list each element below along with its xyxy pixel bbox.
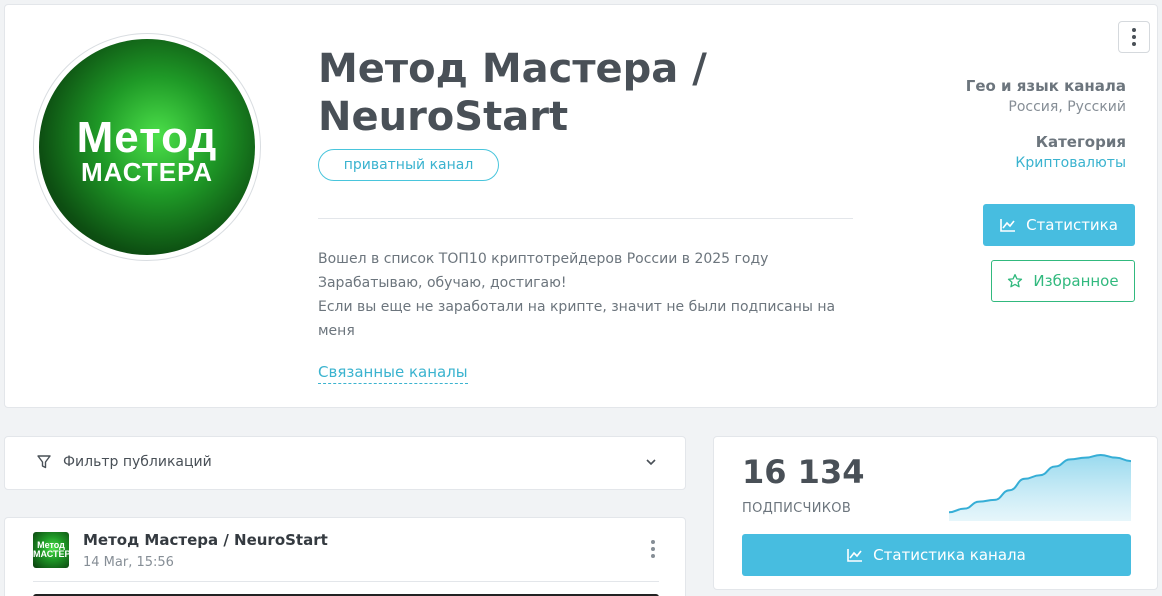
avatar-logo-text-line2: МАСТЕРА (81, 157, 213, 187)
description-line: Зарабатываю, обучаю, достигаю! (318, 275, 567, 291)
avatar-logo-text-line1: Метод (76, 113, 218, 162)
channel-menu-button[interactable] (1118, 21, 1150, 53)
post-author-avatar[interactable]: Метод МАСТЕРА (33, 532, 69, 568)
chevron-down-icon[interactable] (645, 457, 657, 467)
line-chart-icon (847, 549, 863, 562)
subscribers-label: ПОДПИСЧИКОВ (742, 501, 852, 516)
post-menu-button[interactable] (651, 540, 655, 558)
post-date: 14 Mar, 15:56 (83, 555, 174, 570)
divider (318, 218, 853, 219)
channel-description: Вошел в список ТОП10 криптотрейдеров Рос… (318, 247, 848, 343)
post-avatar-logo-text: Метод МАСТЕРА (33, 540, 69, 559)
favorite-button-label: Избранное (1033, 272, 1119, 290)
related-channels-link[interactable]: Связанные каналы (318, 363, 468, 384)
channel-title: Метод Мастера / NeuroStart (318, 46, 707, 140)
sparkline-area (949, 455, 1131, 521)
channel-avatar: Метод МАСТЕРА (33, 33, 261, 261)
subscribers-count: 16 134 (742, 453, 865, 491)
filter-label: Фильтр публикаций (63, 454, 212, 470)
description-line: Если вы еще не заработали на крипте, зна… (318, 299, 836, 339)
private-channel-badge: приватный канал (318, 149, 499, 181)
category-label: Категория (1035, 133, 1126, 151)
post-author-name[interactable]: Метод Мастера / NeuroStart (83, 531, 328, 549)
kebab-vertical-icon (651, 540, 655, 558)
favorite-button[interactable]: Избранное (991, 260, 1135, 302)
geo-language-label: Гео и язык канала (965, 77, 1126, 95)
channel-profile-card: Метод МАСТЕРА Метод Мастера / NeuroStart… (4, 4, 1158, 408)
statistics-button-label: Статистика (1026, 216, 1118, 234)
subscribers-card: 16 134 ПОДПИСЧИКОВ Статистика канала (713, 436, 1158, 590)
funnel-icon (37, 455, 51, 469)
kebab-vertical-icon (1132, 28, 1136, 46)
star-icon (1008, 274, 1023, 288)
channel-statistics-button-label: Статистика канала (873, 546, 1026, 564)
geo-language-value: Россия, Русский (1008, 99, 1126, 115)
post-card: Метод МАСТЕРА Метод Мастера / NeuroStart… (4, 517, 686, 596)
line-chart-icon (1000, 219, 1016, 232)
subscribers-sparkline (949, 453, 1131, 521)
avatar-image: Метод МАСТЕРА (39, 39, 255, 255)
statistics-button[interactable]: Статистика (983, 204, 1135, 246)
divider (33, 581, 659, 582)
channel-statistics-button[interactable]: Статистика канала (742, 534, 1131, 576)
publication-filter[interactable]: Фильтр публикаций (4, 436, 686, 490)
category-link[interactable]: Криптовалюты (1015, 155, 1126, 171)
description-line: Вошел в список ТОП10 криптотрейдеров Рос… (318, 251, 769, 267)
